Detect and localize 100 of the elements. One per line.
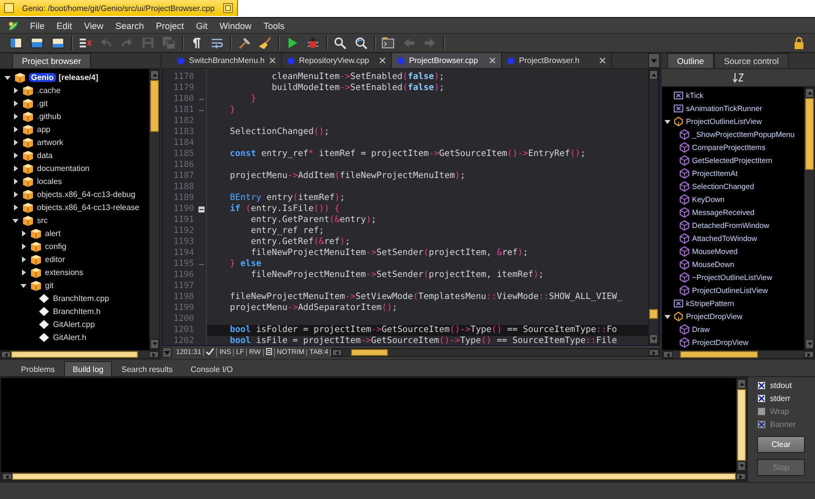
tree-item[interactable]: .cache bbox=[37, 86, 61, 95]
panel-tab[interactable]: Build log bbox=[64, 361, 112, 376]
close-icon[interactable] bbox=[269, 57, 276, 64]
hammer-icon[interactable] bbox=[237, 36, 251, 50]
checkbox[interactable] bbox=[757, 394, 766, 403]
scrollbar[interactable] bbox=[662, 350, 815, 359]
caret-icon[interactable] bbox=[738, 463, 744, 469]
tree-item[interactable]: config bbox=[45, 242, 66, 251]
scroll-arrow-button[interactable] bbox=[737, 379, 746, 389]
bug-icon[interactable] bbox=[306, 36, 320, 50]
scroll-thumb[interactable] bbox=[649, 308, 658, 319]
scroll-thumb[interactable] bbox=[680, 351, 758, 358]
tree-item[interactable]: editor bbox=[45, 255, 66, 264]
expand-arrow-icon[interactable] bbox=[12, 191, 19, 198]
scroll-arrow-button[interactable] bbox=[150, 339, 159, 349]
expand-arrow-icon[interactable] bbox=[12, 165, 19, 172]
triangle-icon[interactable] bbox=[3, 352, 9, 358]
close-icon[interactable] bbox=[599, 57, 606, 64]
triangle-icon[interactable] bbox=[334, 350, 340, 356]
expand-arrow-icon[interactable] bbox=[12, 100, 19, 107]
close-box-icon[interactable] bbox=[4, 3, 14, 13]
expand-arrow-icon[interactable] bbox=[12, 217, 19, 224]
tree-item[interactable]: objects.x86_64-cc13-release bbox=[37, 203, 140, 212]
scroll-arrow-button[interactable] bbox=[332, 349, 342, 356]
panel-tab[interactable]: Project browser bbox=[12, 53, 92, 68]
scrollbar[interactable] bbox=[648, 69, 659, 345]
zoom-box-icon[interactable] bbox=[222, 3, 233, 13]
expand-arrow-icon[interactable] bbox=[12, 87, 19, 94]
scrollbar[interactable] bbox=[331, 348, 660, 357]
broom-icon[interactable] bbox=[258, 36, 272, 50]
tree-item[interactable]: locales bbox=[37, 177, 62, 186]
scroll-thumb[interactable] bbox=[805, 98, 814, 170]
triangle-icon[interactable] bbox=[806, 352, 812, 358]
triangle-icon[interactable] bbox=[738, 474, 744, 480]
tree-item[interactable]: GitAlert.cpp bbox=[53, 320, 95, 329]
checkbox[interactable] bbox=[757, 381, 766, 390]
project-name[interactable]: Genio bbox=[29, 73, 56, 82]
list-icon[interactable] bbox=[78, 36, 92, 50]
expand-arrow-icon[interactable] bbox=[664, 313, 671, 320]
scroll-thumb[interactable] bbox=[737, 389, 746, 461]
scroll-thumb[interactable] bbox=[150, 80, 159, 132]
triangle-icon[interactable] bbox=[152, 72, 158, 78]
editor-tab[interactable]: ProjectBrowser.cpp bbox=[392, 53, 502, 68]
panel-button[interactable]: Clear bbox=[757, 436, 805, 453]
tree-item[interactable]: alert bbox=[45, 229, 61, 238]
triangle-icon[interactable] bbox=[151, 352, 157, 358]
lock-icon[interactable] bbox=[792, 36, 806, 50]
menu-item[interactable]: View bbox=[78, 20, 110, 30]
triangle-icon[interactable] bbox=[651, 350, 657, 356]
tab-menu-button[interactable] bbox=[648, 53, 660, 68]
scrollbar[interactable] bbox=[736, 378, 747, 472]
tree-item[interactable]: src bbox=[37, 216, 48, 225]
expand-arrow-icon[interactable] bbox=[20, 269, 27, 276]
menu-item[interactable]: Git bbox=[190, 20, 214, 30]
scroll-thumb[interactable] bbox=[12, 473, 736, 480]
tree-item[interactable]: objects.x86_64-cc13-debug bbox=[37, 190, 136, 199]
terminal-icon[interactable] bbox=[381, 36, 395, 50]
tree-item[interactable]: app bbox=[37, 125, 50, 134]
left-panel-icon[interactable] bbox=[9, 36, 23, 50]
menu-item[interactable]: Project bbox=[150, 20, 190, 30]
expand-arrow-icon[interactable] bbox=[12, 113, 19, 120]
scroll-arrow-button[interactable] bbox=[805, 88, 814, 98]
search-icon[interactable] bbox=[333, 36, 347, 50]
tree-item[interactable]: extensions bbox=[45, 268, 84, 277]
expand-arrow-icon[interactable] bbox=[12, 152, 19, 159]
scroll-arrow-button[interactable] bbox=[737, 461, 746, 471]
menu-item[interactable]: Window bbox=[213, 20, 258, 30]
caret-icon[interactable] bbox=[650, 336, 656, 342]
triangle-icon[interactable] bbox=[665, 352, 671, 358]
caret-icon[interactable] bbox=[806, 341, 812, 347]
scroll-arrow-button[interactable] bbox=[649, 334, 658, 344]
expand-arrow-icon[interactable] bbox=[664, 118, 671, 125]
triangle-icon[interactable] bbox=[738, 381, 744, 387]
expand-arrow-icon[interactable] bbox=[20, 243, 27, 250]
scroll-arrow-button[interactable] bbox=[804, 351, 814, 358]
expand-arrow-icon[interactable] bbox=[20, 230, 27, 237]
expand-arrow-icon[interactable] bbox=[20, 256, 27, 263]
expand-arrow-icon[interactable] bbox=[12, 204, 19, 211]
scroll-thumb[interactable] bbox=[351, 349, 388, 356]
expand-arrow-icon[interactable] bbox=[12, 139, 19, 146]
expand-arrow-icon[interactable] bbox=[12, 178, 19, 185]
app-icon[interactable] bbox=[7, 20, 19, 32]
scroll-thumb[interactable] bbox=[11, 351, 138, 358]
scroll-arrow-button[interactable] bbox=[149, 351, 159, 358]
scroll-arrow-button[interactable] bbox=[736, 473, 746, 480]
scroll-arrow-button[interactable] bbox=[1, 351, 11, 358]
caret-icon[interactable] bbox=[650, 56, 658, 64]
scroll-arrow-button[interactable] bbox=[649, 70, 658, 80]
scroll-arrow-button[interactable] bbox=[2, 473, 12, 480]
top-panel-icon[interactable] bbox=[30, 36, 44, 50]
scrollbar[interactable] bbox=[149, 69, 160, 350]
scrollbar[interactable] bbox=[804, 87, 815, 350]
menu-item[interactable]: Search bbox=[109, 20, 150, 30]
tree-item[interactable]: .github bbox=[37, 112, 62, 121]
close-icon[interactable] bbox=[489, 57, 496, 64]
scroll-arrow-button[interactable] bbox=[150, 70, 159, 80]
tree-item[interactable]: .git bbox=[37, 99, 48, 108]
scroll-arrow-button[interactable] bbox=[663, 351, 673, 358]
menu-item[interactable]: Tools bbox=[257, 20, 290, 30]
tree-item[interactable]: BranchItem.cpp bbox=[53, 294, 110, 303]
